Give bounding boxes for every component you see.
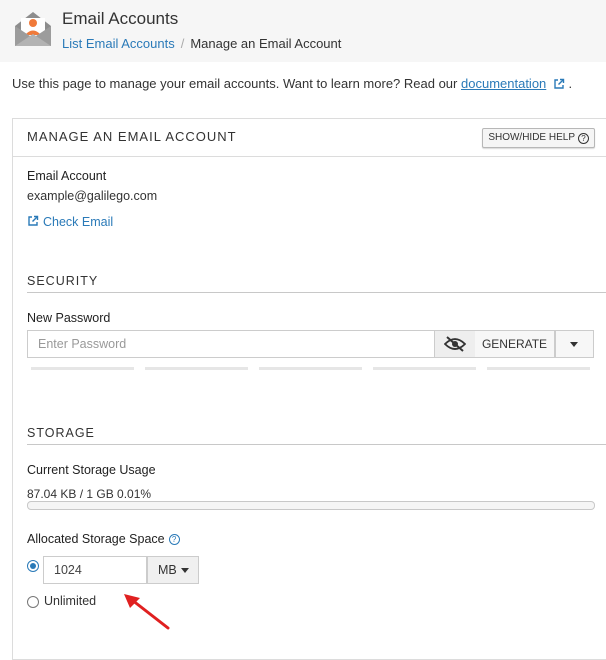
quota-unit-label: MB — [158, 557, 177, 583]
breadcrumb-list-email-accounts[interactable]: List Email Accounts — [62, 36, 175, 51]
current-storage-usage-label: Current Storage Usage — [27, 463, 156, 477]
page-header: Email Accounts List Email Accounts / Manag… — [0, 0, 606, 62]
intro-suffix: . — [569, 76, 573, 91]
password-input-group: GENERATE — [27, 330, 593, 358]
caret-down-icon — [570, 342, 578, 347]
help-icon[interactable]: ? — [169, 534, 180, 545]
quota-unit-dropdown[interactable]: MB — [147, 556, 199, 584]
email-address: example@galilego.com — [27, 189, 157, 203]
breadcrumb-separator: / — [181, 36, 185, 51]
intro-text: Use this page to manage your email accou… — [12, 76, 572, 91]
panel-header: MANAGE AN EMAIL ACCOUNT SHOW/HIDE HELP? — [13, 119, 606, 157]
storage-divider — [27, 444, 606, 445]
storage-usage-bar — [27, 501, 595, 510]
email-accounts-icon — [12, 8, 54, 50]
eye-slash-icon — [444, 336, 466, 352]
storage-usage-value: 87.04 KB / 1 GB 0.01% — [27, 487, 151, 501]
password-strength-segment — [31, 367, 134, 370]
new-password-label: New Password — [27, 311, 110, 325]
password-strength-segment — [487, 367, 590, 370]
allocated-storage-label: Allocated Storage Space? — [27, 532, 180, 546]
panel-title: MANAGE AN EMAIL ACCOUNT — [27, 129, 237, 144]
intro-sentence: Use this page to manage your email accou… — [12, 76, 457, 91]
quota-input[interactable] — [43, 556, 147, 584]
allocated-storage-text: Allocated Storage Space — [27, 532, 165, 546]
check-email-label: Check Email — [43, 215, 113, 229]
quota-limited-radio[interactable] — [27, 560, 39, 572]
generate-password-button[interactable]: GENERATE — [475, 330, 555, 358]
documentation-link[interactable]: documentation — [461, 76, 546, 91]
generate-options-dropdown[interactable] — [555, 330, 594, 358]
toggle-password-visibility-button[interactable] — [434, 330, 477, 358]
question-icon: ? — [578, 133, 589, 144]
external-link-icon — [27, 215, 39, 227]
unlimited-label: Unlimited — [44, 594, 96, 608]
password-strength-segment — [373, 367, 476, 370]
show-hide-help-button[interactable]: SHOW/HIDE HELP? — [482, 128, 595, 148]
password-strength-segment — [259, 367, 362, 370]
annotation-arrow-icon — [120, 590, 172, 632]
password-input[interactable] — [27, 330, 434, 358]
external-link-icon[interactable] — [553, 78, 565, 90]
breadcrumb-current: Manage an Email Account — [190, 36, 341, 51]
caret-down-icon — [181, 568, 189, 573]
security-divider — [27, 292, 606, 293]
check-email-link[interactable]: Check Email — [27, 215, 113, 229]
password-strength-segment — [145, 367, 248, 370]
quota-unlimited-radio[interactable] — [27, 596, 39, 608]
breadcrumb: List Email Accounts / Manage an Email Acco… — [62, 36, 341, 51]
email-account-label: Email Account — [27, 169, 106, 183]
storage-section-title: STORAGE — [27, 426, 95, 440]
help-button-label: SHOW/HIDE HELP — [488, 132, 575, 143]
security-section-title: SECURITY — [27, 274, 98, 288]
manage-account-panel: MANAGE AN EMAIL ACCOUNT SHOW/HIDE HELP? … — [12, 118, 606, 660]
page-title: Email Accounts — [62, 9, 178, 29]
